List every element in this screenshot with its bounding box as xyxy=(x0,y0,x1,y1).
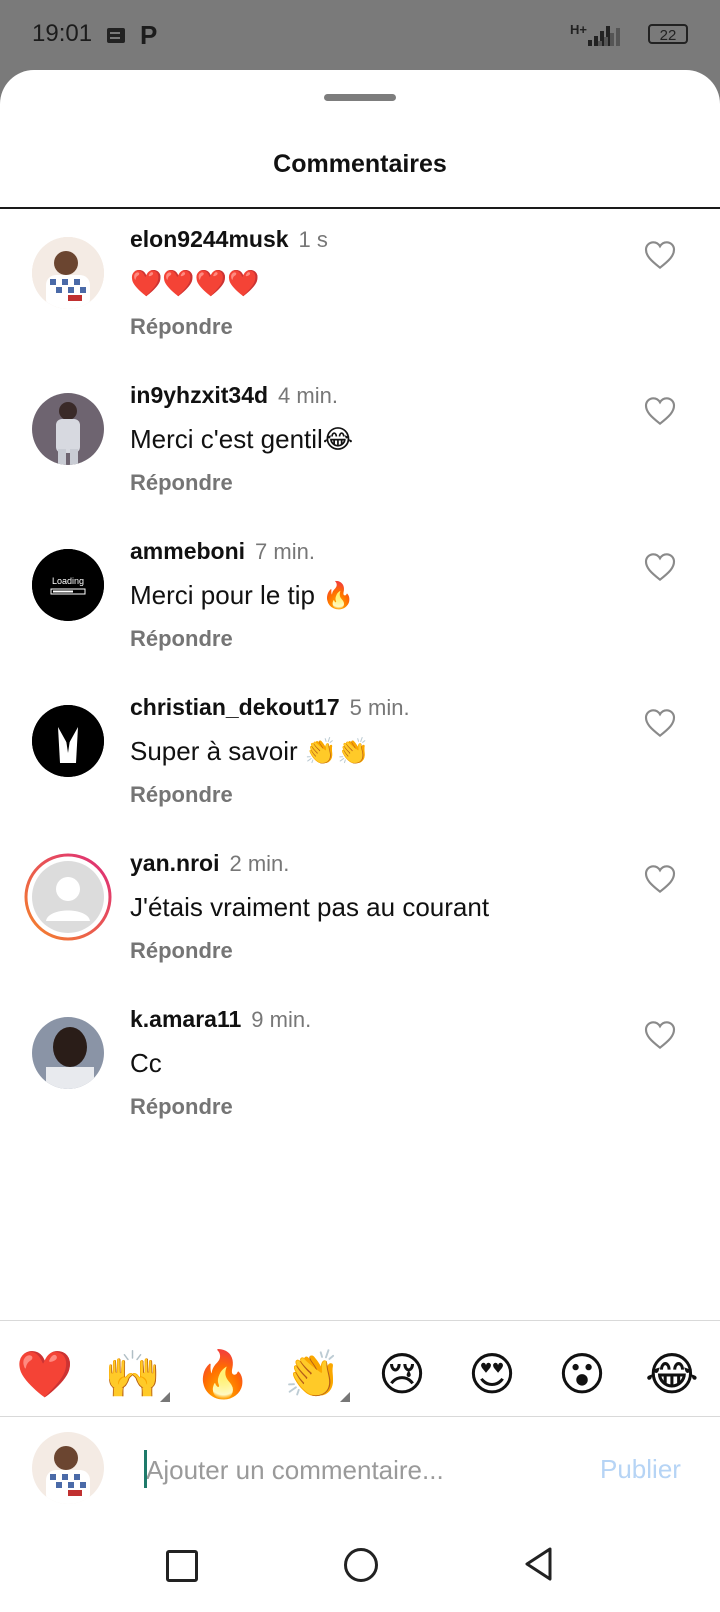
emoji-bar-bottom-divider xyxy=(0,1416,720,1417)
current-user-avatar xyxy=(32,1432,104,1504)
emoji-crying[interactable]: 😢 xyxy=(372,1344,432,1404)
emoji-bar-top-divider xyxy=(0,1320,720,1321)
comment-item: k.amara11 9 min. Cc Répondre xyxy=(0,1006,720,1146)
notes-icon xyxy=(107,28,125,43)
story-ring-avatar[interactable] xyxy=(24,853,112,941)
network-type: H+ xyxy=(570,22,587,37)
avatar[interactable] xyxy=(32,1017,104,1089)
status-bar: 19:01 P H+ 22 xyxy=(0,0,720,74)
emoji-heart-eyes[interactable]: 😍 xyxy=(462,1344,522,1404)
like-heart-icon[interactable] xyxy=(644,240,676,270)
reply-button[interactable]: Répondre xyxy=(130,470,233,496)
comment-time: 4 min. xyxy=(278,383,338,408)
comment-time: 2 min. xyxy=(229,851,290,876)
like-heart-icon[interactable] xyxy=(644,864,676,894)
signal-icon-2 xyxy=(598,24,626,46)
comment-time: 5 min. xyxy=(349,695,410,720)
title-divider xyxy=(0,207,720,209)
emoji-surprised[interactable]: 😮 xyxy=(552,1344,612,1404)
comment-time: 9 min. xyxy=(251,1007,312,1032)
comment-text: Merci pour le tip 🔥 xyxy=(130,580,355,610)
avatar[interactable] xyxy=(32,393,104,465)
like-heart-icon[interactable] xyxy=(644,552,676,582)
comment-username[interactable]: k.amara11 xyxy=(130,1006,241,1032)
comment-header: in9yhzxit34d 4 min. xyxy=(130,382,338,409)
emoji-fire[interactable]: 🔥 xyxy=(193,1344,253,1404)
comment-header: christian_dekout17 5 min. xyxy=(130,694,410,721)
like-heart-icon[interactable] xyxy=(644,708,676,738)
p-icon: P xyxy=(140,20,158,50)
comment-item: Loading ammeboni 7 min. Merci pour le tip… xyxy=(0,538,720,678)
comment-time: 7 min. xyxy=(255,539,315,564)
comment-username[interactable]: yan.nroi xyxy=(130,850,219,876)
reply-button[interactable]: Répondre xyxy=(130,1094,233,1120)
emoji-tears-of-joy[interactable]: 😂 xyxy=(642,1344,702,1404)
comment-text: Super à savoir 👏👏 xyxy=(130,736,370,766)
comment-header: k.amara11 9 min. xyxy=(130,1006,311,1033)
comment-username[interactable]: in9yhzxit34d xyxy=(130,382,268,408)
avatar[interactable] xyxy=(32,705,104,777)
avatar-loading-label: Loading xyxy=(52,576,84,586)
like-heart-icon[interactable] xyxy=(644,396,676,426)
recent-apps-button[interactable] xyxy=(166,1550,198,1582)
reply-button[interactable]: Répondre xyxy=(130,782,233,808)
home-button[interactable] xyxy=(344,1548,378,1582)
reply-button[interactable]: Répondre xyxy=(130,938,233,964)
publish-button[interactable]: Publier xyxy=(600,1454,681,1485)
comment-header: yan.nroi 2 min. xyxy=(130,850,289,877)
battery-icon: 22 xyxy=(648,24,688,44)
status-time: 19:01 xyxy=(32,20,93,47)
comment-item: christian_dekout17 5 min. Super à savoir … xyxy=(0,694,720,834)
comment-input[interactable] xyxy=(144,1446,588,1494)
avatar[interactable]: Loading xyxy=(32,549,104,621)
comment-item: in9yhzxit34d 4 min. Merci c'est gentil😂 R… xyxy=(0,382,720,522)
comment-username[interactable]: elon9244musk xyxy=(130,226,289,252)
back-button[interactable] xyxy=(522,1546,556,1582)
emoji-clapping-hands[interactable]: 👏 xyxy=(283,1344,343,1404)
reply-button[interactable]: Répondre xyxy=(130,314,233,340)
comment-header: ammeboni 7 min. xyxy=(130,538,315,565)
sheet-title: Commentaires xyxy=(273,150,447,178)
comment-username[interactable]: christian_dekout17 xyxy=(130,694,340,720)
emoji-raising-hands[interactable]: 🙌 xyxy=(103,1344,163,1404)
comment-time: 1 s xyxy=(298,227,328,252)
comment-text: J'étais vraiment pas au courant xyxy=(130,892,490,922)
avatar[interactable] xyxy=(32,237,104,309)
sheet-drag-handle[interactable] xyxy=(324,94,396,101)
comment-text: ❤️❤️❤️❤️ xyxy=(130,268,260,298)
comment-username[interactable]: ammeboni xyxy=(130,538,245,564)
emoji-heart[interactable]: ❤️ xyxy=(15,1344,75,1404)
variant-indicator-icon xyxy=(340,1392,350,1402)
variant-indicator-icon xyxy=(160,1392,170,1402)
comment-item: elon9244musk 1 s ❤️❤️❤️❤️ Répondre xyxy=(0,226,720,366)
like-heart-icon[interactable] xyxy=(644,1020,676,1050)
reply-button[interactable]: Répondre xyxy=(130,626,233,652)
text-cursor xyxy=(144,1450,147,1488)
comment-item: yan.nroi 2 min. J'étais vraiment pas au c… xyxy=(0,850,720,990)
comment-text: Merci c'est gentil😂 xyxy=(130,424,354,454)
comment-header: elon9244musk 1 s xyxy=(130,226,328,253)
comment-text: Cc xyxy=(130,1048,162,1078)
